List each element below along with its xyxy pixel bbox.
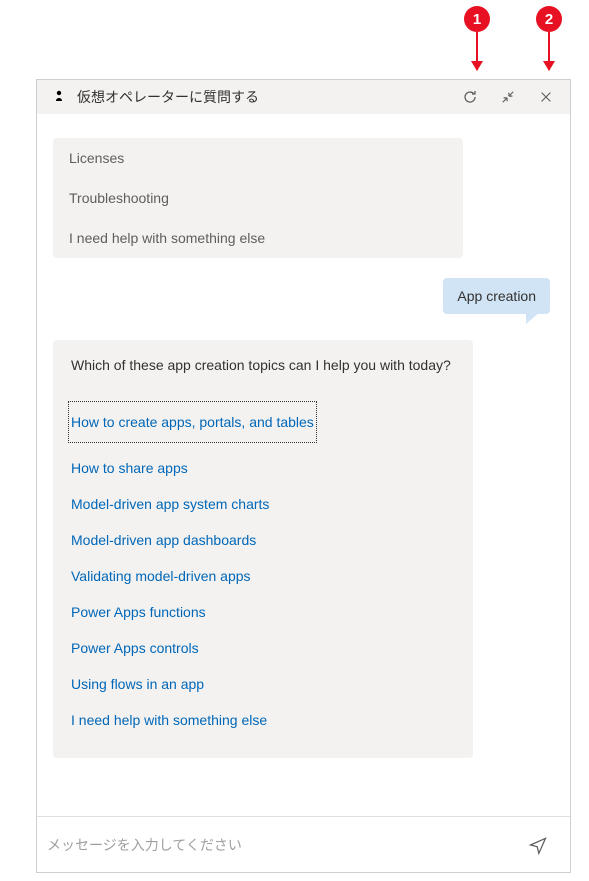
- chat-option[interactable]: I need help with something else: [69, 218, 447, 246]
- topic-link[interactable]: Power Apps functions: [71, 594, 206, 630]
- bot-icon: [51, 88, 67, 107]
- bot-message-options: Licenses Troubleshooting I need help wit…: [53, 138, 463, 258]
- chat-scroll-area[interactable]: Licenses Troubleshooting I need help wit…: [37, 114, 570, 816]
- chat-option[interactable]: Troubleshooting: [69, 178, 447, 218]
- chat-option[interactable]: Licenses: [69, 150, 447, 178]
- topic-link[interactable]: Validating model-driven apps: [71, 558, 251, 594]
- topic-link[interactable]: Model-driven app system charts: [71, 486, 269, 522]
- minimize-button[interactable]: [494, 83, 522, 111]
- bot-message-links: Which of these app creation topics can I…: [53, 340, 473, 758]
- message-input-bar: [37, 816, 570, 872]
- topic-link[interactable]: How to share apps: [71, 450, 188, 486]
- annotation-badge-1: 1: [464, 6, 490, 32]
- topic-link[interactable]: Power Apps controls: [71, 630, 199, 666]
- annotation-arrow-2: [548, 32, 550, 70]
- topic-link[interactable]: Using flows in an app: [71, 666, 204, 702]
- panel-header: 仮想オペレーターに質問する: [37, 80, 570, 114]
- annotation-badge-2: 2: [536, 6, 562, 32]
- topic-link[interactable]: How to create apps, portals, and tables: [71, 404, 314, 440]
- chat-panel: 仮想オペレーターに質問する Licenses Troubleshooting I…: [36, 79, 571, 873]
- panel-title: 仮想オペレーターに質問する: [77, 87, 446, 107]
- topic-link[interactable]: Model-driven app dashboards: [71, 522, 256, 558]
- close-button[interactable]: [532, 83, 560, 111]
- message-input[interactable]: [47, 837, 514, 853]
- user-message: App creation: [443, 278, 550, 314]
- send-button[interactable]: [522, 829, 554, 861]
- annotation-arrow-1: [476, 32, 478, 70]
- bot-prompt-text: Which of these app creation topics can I…: [71, 356, 455, 376]
- user-message-row: App creation: [53, 278, 554, 314]
- topic-link[interactable]: I need help with something else: [71, 702, 267, 738]
- refresh-button[interactable]: [456, 83, 484, 111]
